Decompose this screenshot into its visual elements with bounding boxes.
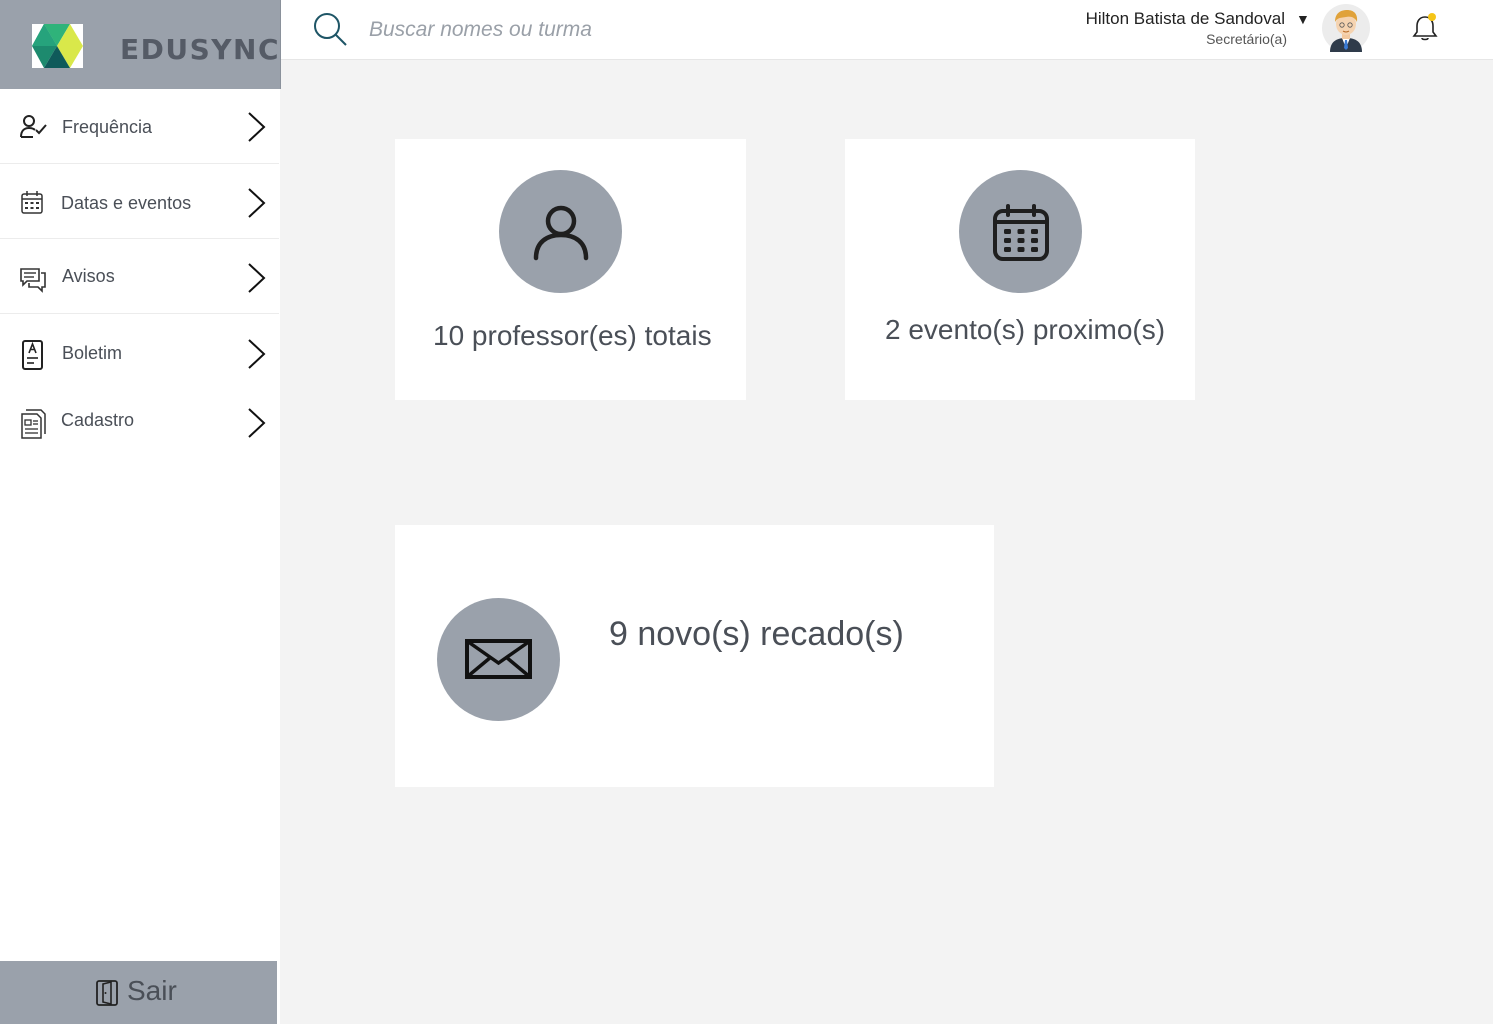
chevron-right-icon: [248, 112, 266, 142]
icon-circle: [499, 170, 622, 293]
caret-down-icon[interactable]: ▼: [1296, 11, 1310, 33]
search-input[interactable]: [369, 12, 889, 48]
sidebar-item-frequencia[interactable]: Frequência: [0, 90, 279, 164]
user-avatar[interactable]: [1322, 4, 1370, 52]
report-card-icon: [22, 340, 43, 370]
user-name[interactable]: Hilton Batista de Sandoval: [1086, 9, 1285, 29]
documents-icon: [21, 409, 46, 439]
sidebar-item-label: Datas e eventos: [61, 193, 192, 213]
messages-count-text: 9 novo(s) recado(s): [609, 615, 904, 653]
messages-card[interactable]: 9 novo(s) recado(s): [395, 525, 994, 787]
icon-circle: [437, 598, 560, 721]
user-check-icon: [20, 115, 47, 138]
notification-dot: [1428, 13, 1436, 21]
sidebar: EDUSYNC Frequência Datas e eventos Aviso…: [0, 0, 281, 1024]
bell-icon[interactable]: [1411, 12, 1439, 42]
brand-header[interactable]: EDUSYNC: [0, 0, 281, 89]
sidebar-item-boletim[interactable]: Boletim: [0, 316, 279, 390]
edusync-logo-icon: [32, 24, 83, 68]
logout-button[interactable]: Sair: [0, 961, 277, 1024]
calendar-icon: [993, 204, 1049, 261]
chevron-right-icon: [248, 339, 266, 369]
calendar-icon: [21, 191, 43, 214]
user-icon: [533, 205, 589, 261]
logout-label: Sair: [127, 975, 177, 1006]
sidebar-item-label: Boletim: [62, 343, 123, 363]
envelope-icon: [465, 639, 532, 679]
door-exit-icon: [96, 980, 118, 1006]
sidebar-item-cadastro[interactable]: Cadastro: [0, 385, 279, 459]
user-role: Secretário(a): [1206, 31, 1287, 47]
chevron-right-icon: [248, 408, 266, 438]
sidebar-item-label: Cadastro: [61, 410, 135, 430]
top-bar: Hilton Batista de Sandoval Secretário(a)…: [281, 0, 1493, 60]
events-count-text: 2 evento(s) proximo(s): [885, 314, 1166, 345]
sidebar-item-label: Frequência: [62, 117, 153, 137]
icon-circle: [959, 170, 1082, 293]
events-card[interactable]: 2 evento(s) proximo(s): [845, 139, 1195, 400]
sidebar-item-avisos[interactable]: Avisos: [0, 240, 279, 314]
chevron-right-icon: [248, 263, 266, 293]
teachers-count-text: 10 professor(es) totais: [433, 320, 712, 351]
chevron-right-icon: [248, 188, 266, 218]
teachers-card[interactable]: 10 professor(es) totais: [395, 139, 746, 400]
sidebar-item-datas-eventos[interactable]: Datas e eventos: [0, 165, 279, 239]
search-icon[interactable]: [312, 11, 348, 47]
brand-name: EDUSYNC: [120, 33, 281, 66]
chat-icon: [20, 268, 46, 293]
sidebar-item-label: Avisos: [62, 266, 115, 286]
